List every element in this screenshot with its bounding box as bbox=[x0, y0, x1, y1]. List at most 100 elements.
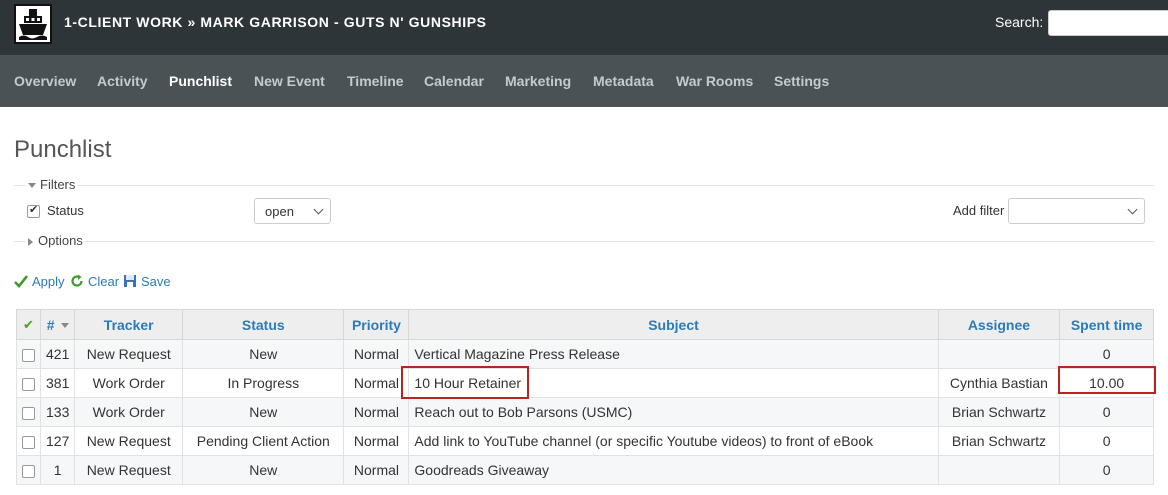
status-operator-select[interactable]: open bbox=[254, 198, 331, 224]
row-checkbox-cell bbox=[16, 397, 41, 427]
expand-arrow-icon bbox=[28, 237, 33, 246]
checkmark-icon bbox=[14, 275, 28, 288]
status-filter-checkbox[interactable] bbox=[27, 203, 40, 218]
row-checkbox-cell bbox=[16, 455, 41, 485]
chevron-down-icon bbox=[1129, 203, 1136, 213]
row-checkbox-cell bbox=[16, 426, 41, 456]
tab-metadata[interactable]: Metadata bbox=[593, 73, 654, 89]
issue-tracker: New Request bbox=[74, 455, 184, 485]
issue-priority: Normal bbox=[343, 397, 410, 427]
issue-subject[interactable]: Vertical Magazine Press Release bbox=[408, 339, 939, 369]
spent-time-highlight-box bbox=[1058, 366, 1156, 394]
save-label: Save bbox=[141, 274, 171, 289]
save-button[interactable]: Save bbox=[123, 274, 171, 289]
clear-button[interactable]: Clear bbox=[70, 274, 119, 289]
issue-spent-time: 0 bbox=[1059, 455, 1154, 485]
tab-activity[interactable]: Activity bbox=[97, 73, 148, 89]
issue-subject[interactable]: Goodreads Giveaway bbox=[408, 455, 939, 485]
add-filter-label: Add filter bbox=[953, 203, 1005, 218]
issues-table: ✔ # Tracker Status Priority Subject Assi… bbox=[16, 309, 1154, 485]
column-header-spent-time[interactable]: Spent time bbox=[1059, 309, 1154, 340]
add-filter-select[interactable] bbox=[1008, 198, 1145, 224]
status-filter-label: Status bbox=[47, 203, 84, 218]
row-checkbox-cell bbox=[16, 339, 41, 369]
table-row[interactable]: 381 Work Order In Progress Normal 10 Hou… bbox=[16, 368, 1154, 398]
chevron-down-icon bbox=[315, 203, 322, 213]
issue-subject[interactable]: Add link to YouTube channel (or specific… bbox=[408, 426, 939, 456]
status-operator-value: open bbox=[265, 204, 294, 219]
filters-legend[interactable]: Filters bbox=[26, 177, 78, 192]
main-menu: Overview Activity Punchlist New Event Ti… bbox=[0, 55, 1168, 107]
column-header-subject[interactable]: Subject bbox=[408, 309, 939, 340]
issue-priority: Normal bbox=[343, 455, 410, 485]
table-header-row: ✔ # Tracker Status Priority Subject Assi… bbox=[16, 309, 1154, 340]
issue-status: New bbox=[182, 397, 345, 427]
issue-priority: Normal bbox=[343, 368, 410, 398]
issue-tracker: New Request bbox=[74, 426, 184, 456]
issue-id[interactable]: 421 bbox=[39, 339, 76, 369]
issue-tracker: Work Order bbox=[74, 397, 184, 427]
row-checkbox[interactable] bbox=[22, 464, 35, 478]
save-disk-icon bbox=[124, 275, 136, 287]
filters-divider bbox=[14, 185, 1154, 186]
issue-priority: Normal bbox=[343, 339, 410, 369]
tab-new-event[interactable]: New Event bbox=[254, 73, 325, 89]
issue-subject[interactable]: Reach out to Bob Parsons (USMC) bbox=[408, 397, 939, 427]
tab-punchlist[interactable]: Punchlist bbox=[169, 73, 232, 89]
options-legend[interactable]: Options bbox=[26, 233, 85, 248]
issue-assignee[interactable] bbox=[937, 455, 1061, 485]
search-label: Search: bbox=[995, 14, 1044, 30]
issue-tracker: Work Order bbox=[74, 368, 184, 398]
column-header-tracker[interactable]: Tracker bbox=[74, 309, 184, 340]
issue-id[interactable]: 133 bbox=[39, 397, 76, 427]
ship-logo-icon[interactable] bbox=[14, 4, 52, 44]
top-bar: 1-CLIENT WORK » MARK GARRISON - GUTS N' … bbox=[0, 0, 1168, 55]
issue-status: New bbox=[182, 339, 345, 369]
issue-id[interactable]: 127 bbox=[39, 426, 76, 456]
column-header-priority[interactable]: Priority bbox=[343, 309, 410, 340]
table-row[interactable]: 421 New Request New Normal Vertical Maga… bbox=[16, 339, 1154, 369]
issue-assignee[interactable]: Brian Schwartz bbox=[937, 397, 1061, 427]
issue-id[interactable]: 1 bbox=[39, 455, 76, 485]
reload-icon bbox=[71, 274, 83, 287]
row-checkbox[interactable] bbox=[22, 377, 35, 391]
search-input[interactable] bbox=[1048, 10, 1168, 36]
issue-assignee[interactable]: Cynthia Bastian bbox=[937, 368, 1061, 398]
options-divider bbox=[14, 241, 1154, 242]
subject-highlight-box bbox=[401, 366, 529, 399]
tab-calendar[interactable]: Calendar bbox=[424, 73, 484, 89]
collapse-arrow-icon bbox=[28, 183, 36, 189]
issue-assignee[interactable]: Brian Schwartz bbox=[937, 426, 1061, 456]
apply-button[interactable]: Apply bbox=[14, 274, 65, 289]
apply-label: Apply bbox=[32, 274, 65, 289]
clear-label: Clear bbox=[88, 274, 120, 289]
issue-priority: Normal bbox=[343, 426, 410, 456]
table-row[interactable]: 1 New Request New Normal Goodreads Givea… bbox=[16, 455, 1154, 485]
column-header-id[interactable]: # bbox=[39, 309, 76, 340]
tab-timeline[interactable]: Timeline bbox=[347, 73, 404, 89]
issue-spent-time: 0 bbox=[1059, 339, 1154, 369]
row-checkbox[interactable] bbox=[22, 435, 35, 449]
issue-assignee[interactable] bbox=[937, 339, 1061, 369]
tab-marketing[interactable]: Marketing bbox=[505, 73, 571, 89]
options-legend-label: Options bbox=[38, 233, 83, 248]
tab-settings[interactable]: Settings bbox=[774, 73, 829, 89]
tab-overview[interactable]: Overview bbox=[14, 73, 76, 89]
toggle-all-checkbox[interactable]: ✔ bbox=[16, 309, 41, 340]
row-checkbox-cell bbox=[16, 368, 41, 398]
tab-war-rooms[interactable]: War Rooms bbox=[676, 73, 753, 89]
issue-id[interactable]: 381 bbox=[39, 368, 76, 398]
column-header-status[interactable]: Status bbox=[182, 309, 345, 340]
table-row[interactable]: 127 New Request Pending Client Action No… bbox=[16, 426, 1154, 456]
filters-legend-label: Filters bbox=[40, 177, 76, 192]
column-header-assignee[interactable]: Assignee bbox=[937, 309, 1061, 340]
issue-spent-time: 0 bbox=[1059, 397, 1154, 427]
row-checkbox[interactable] bbox=[22, 348, 35, 362]
table-row[interactable]: 133 Work Order New Normal Reach out to B… bbox=[16, 397, 1154, 427]
row-checkbox[interactable] bbox=[22, 406, 35, 420]
column-header-id-label: # bbox=[46, 316, 55, 333]
issue-status: Pending Client Action bbox=[182, 426, 345, 456]
issue-status: New bbox=[182, 455, 345, 485]
project-title[interactable]: 1-CLIENT WORK » MARK GARRISON - GUTS N' … bbox=[64, 14, 487, 30]
issue-status: In Progress bbox=[182, 368, 345, 398]
